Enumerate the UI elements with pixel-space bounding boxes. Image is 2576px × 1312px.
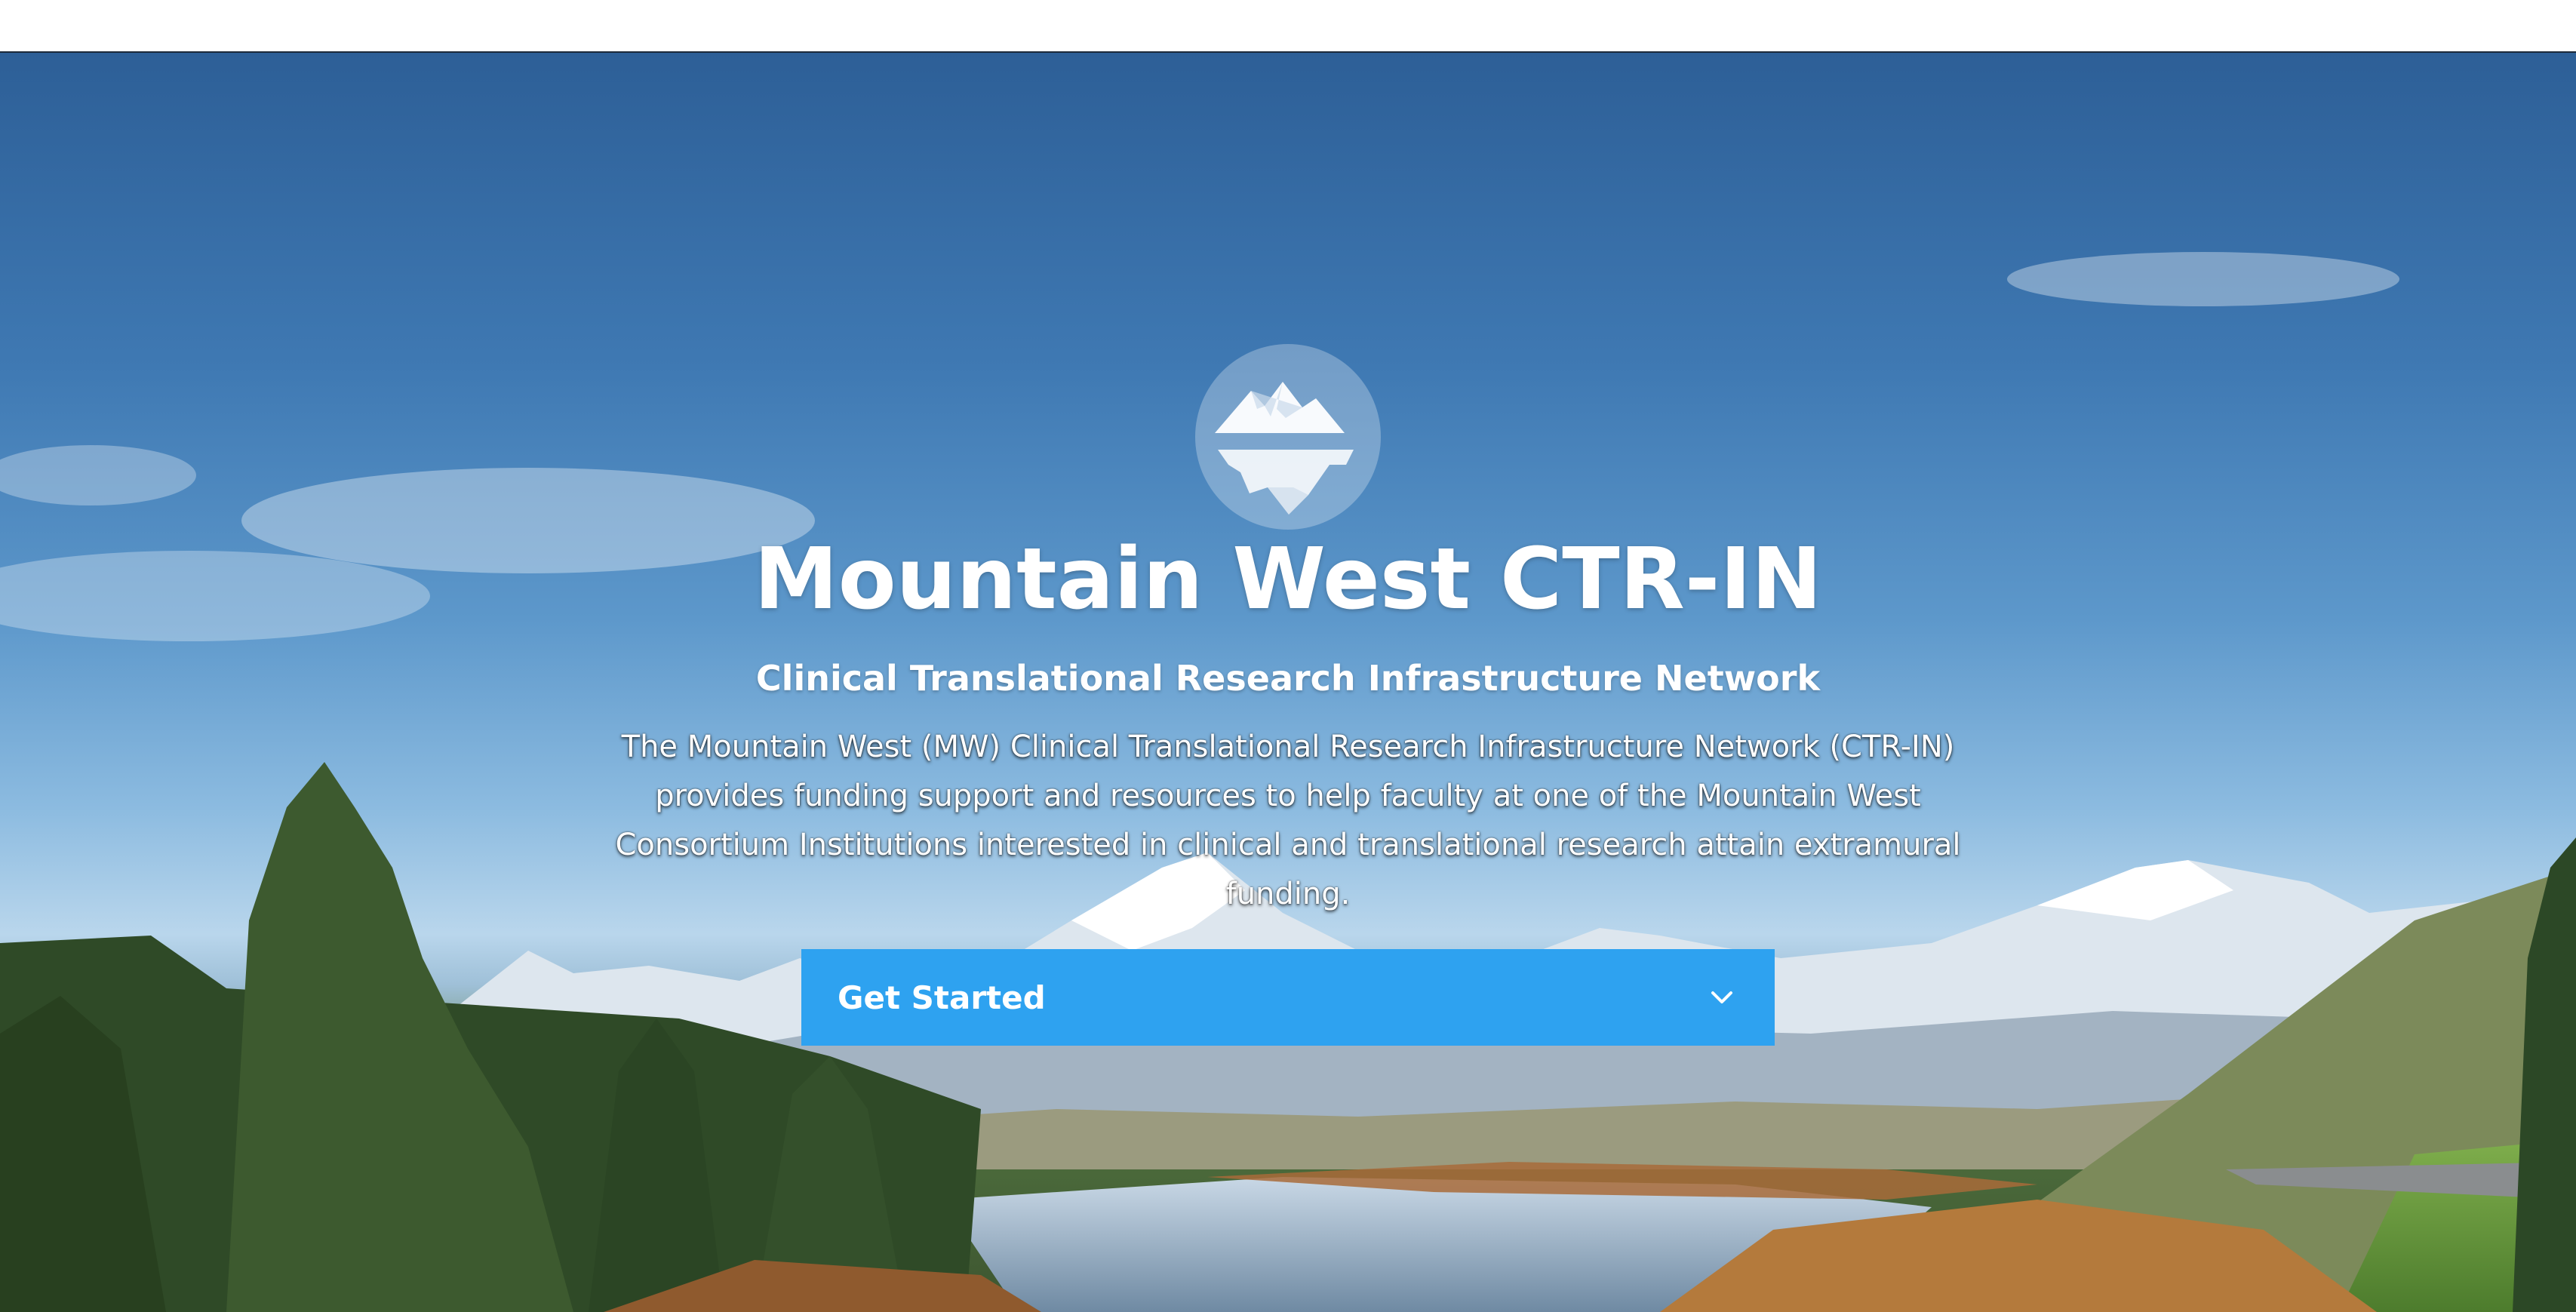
hero-content: Mountain West CTR-IN Clinical Translatio… xyxy=(0,53,2576,1312)
top-navigation-bar xyxy=(0,0,2576,53)
page-subtitle: Clinical Translational Research Infrastr… xyxy=(755,658,1821,699)
get-started-button[interactable]: Get Started xyxy=(801,949,1775,1046)
chevron-down-icon xyxy=(1705,981,1738,1014)
mountain-reflection-logo xyxy=(1195,344,1381,530)
get-started-label: Get Started xyxy=(838,979,1046,1016)
hero-section: Mountain West CTR-IN Clinical Translatio… xyxy=(0,53,2576,1312)
page-title: Mountain West CTR-IN xyxy=(754,530,1822,628)
hero-description: The Mountain West (MW) Clinical Translat… xyxy=(615,730,1961,911)
